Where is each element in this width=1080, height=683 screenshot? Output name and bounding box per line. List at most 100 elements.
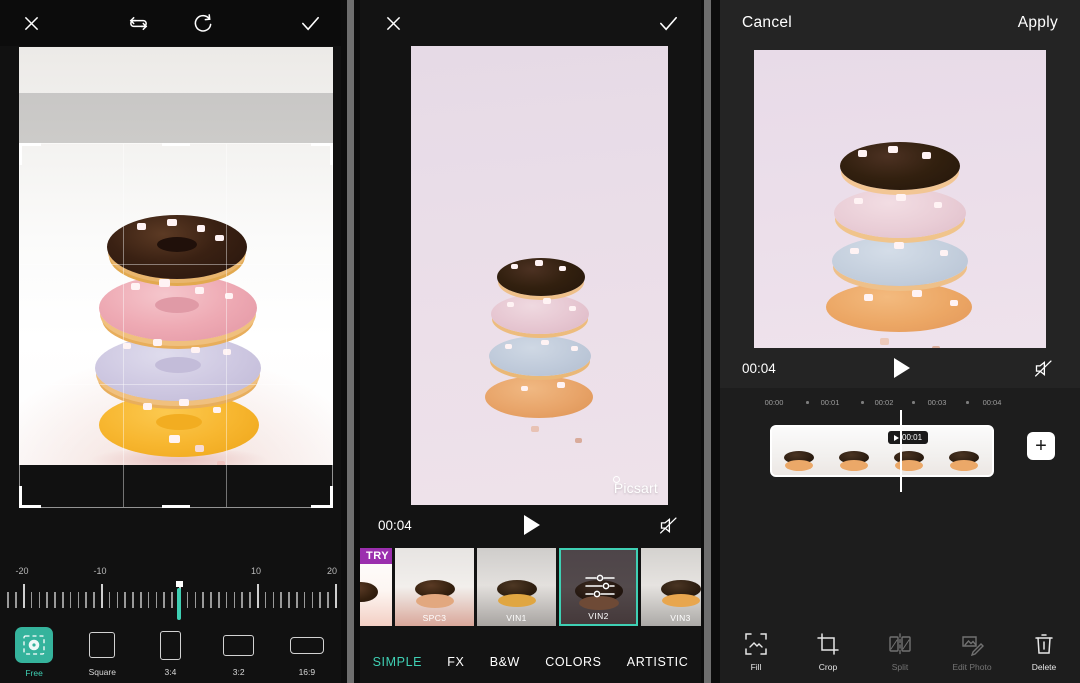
ruler-tick xyxy=(225,592,228,608)
clip-duration-badge: 00:01 xyxy=(888,431,929,444)
ruler-tick xyxy=(249,592,251,608)
cancel-button[interactable]: Cancel xyxy=(742,14,792,32)
ruler-tick xyxy=(241,592,243,608)
filter-thumb-vin2[interactable]: VIN2 xyxy=(559,548,638,626)
ruler-tick xyxy=(69,592,72,608)
timeline-preview-stage: Picsart xyxy=(720,46,1080,388)
ruler-tick xyxy=(218,592,220,608)
timeline-frame xyxy=(937,427,992,475)
ruler-tick xyxy=(132,592,134,608)
panel-divider-1 xyxy=(341,0,360,683)
tool-crop[interactable]: Crop xyxy=(797,632,859,672)
mute-icon[interactable] xyxy=(653,510,683,540)
timeline-frame xyxy=(827,427,882,475)
mute-icon[interactable] xyxy=(1028,353,1058,383)
playhead[interactable] xyxy=(900,410,902,492)
crop-handle-bottom-right-v[interactable] xyxy=(330,486,333,508)
confirm-check-icon[interactable] xyxy=(295,8,325,38)
ruler-tick xyxy=(77,592,80,608)
play-icon[interactable] xyxy=(887,353,917,383)
ruler-needle[interactable] xyxy=(177,588,181,620)
timeline-preview-image[interactable]: Picsart xyxy=(754,50,1046,388)
crop-handle-bottom-center[interactable] xyxy=(162,505,190,508)
confirm-check-icon[interactable] xyxy=(653,8,683,38)
aspect-3-2[interactable]: 3:2 xyxy=(211,628,267,677)
ruler-tick xyxy=(15,592,17,608)
rotate-right-icon[interactable] xyxy=(188,8,218,38)
ratio-16-9-icon xyxy=(289,628,325,662)
aspect-3-4[interactable]: 3:4 xyxy=(142,628,198,677)
timeline-tick-2: 00:02 xyxy=(874,398,894,407)
crop-handle-top-center[interactable] xyxy=(162,143,190,146)
aspect-free[interactable]: Free xyxy=(6,627,62,678)
tool-fill[interactable]: Fill xyxy=(725,632,787,672)
ruler-tick xyxy=(257,584,259,608)
filter-thumb-spc3[interactable]: SPC3 xyxy=(395,548,474,626)
tab-simple[interactable]: SIMPLE xyxy=(373,655,422,669)
play-small-icon xyxy=(894,434,899,441)
add-clip-button[interactable]: + xyxy=(1027,432,1055,460)
tab-artistic[interactable]: ARTISTIC xyxy=(627,655,689,669)
tab-fx[interactable]: FX xyxy=(447,655,464,669)
crop-handle-top-left[interactable] xyxy=(19,143,41,146)
timeline-tick-4: 00:04 xyxy=(982,398,1002,407)
timeline-tools: Fill Crop Split Edit Photo Delete xyxy=(720,620,1080,683)
ruler-label-neg20: -20 xyxy=(15,566,29,576)
filter-thumbnail-strip[interactable]: TRY SPC3 VIN1 VIN2 VIN3 xyxy=(360,548,701,630)
rotation-ruler[interactable]: -20 -10 10 20 xyxy=(0,566,341,620)
timeline-player-bar: 00:04 xyxy=(720,348,1080,388)
timeline-clip[interactable] xyxy=(770,425,994,477)
filter-thumb-vin3[interactable]: VIN3 xyxy=(641,548,701,626)
panel-divider-2 xyxy=(701,0,720,683)
aspect-3-4-label: 3:4 xyxy=(164,667,177,677)
filters-header xyxy=(360,0,701,46)
ratio-3-2-icon xyxy=(221,628,257,662)
timeline-frame xyxy=(772,427,827,475)
filter-thumb-vin1[interactable]: VIN1 xyxy=(477,548,556,626)
crop-handle-top-right-v[interactable] xyxy=(330,143,333,165)
tool-delete[interactable]: Delete xyxy=(1013,632,1075,672)
three-panel-screenshot: -20 -10 10 20 Free Square 3:4 3:2 16:9 P… xyxy=(0,0,1080,683)
ruler-tick xyxy=(233,592,236,608)
tab-colors[interactable]: COLORS xyxy=(545,655,601,669)
aspect-16-9[interactable]: 16:9 xyxy=(279,628,335,677)
ruler-tick xyxy=(108,592,111,608)
crop-dim-overlay xyxy=(19,93,333,143)
crop-handle-bottom-left-v[interactable] xyxy=(19,486,22,508)
timeline-tick-0: 00:00 xyxy=(764,398,784,407)
close-icon[interactable] xyxy=(16,8,46,38)
tool-edit-photo[interactable]: Edit Photo xyxy=(941,632,1003,672)
ratio-3-4-icon xyxy=(152,628,188,662)
filter-label-vin2: VIN2 xyxy=(588,611,609,621)
flip-horizontal-icon[interactable] xyxy=(124,8,154,38)
ruler-tick xyxy=(303,592,306,608)
ruler-tick xyxy=(296,592,298,608)
close-icon[interactable] xyxy=(378,8,408,38)
ruler-label-20: 20 xyxy=(326,566,338,576)
tab-bw[interactable]: B&W xyxy=(490,655,520,669)
tool-split[interactable]: Split xyxy=(869,632,931,672)
crop-handle-top-left-v[interactable] xyxy=(19,143,22,165)
ruler-tick xyxy=(319,592,321,608)
crop-frame[interactable] xyxy=(19,143,333,508)
video-duration: 00:04 xyxy=(742,360,776,376)
ruler-tick xyxy=(85,592,87,608)
crop-header xyxy=(0,0,341,46)
ruler-tick xyxy=(101,584,103,608)
ruler-needle-dot xyxy=(175,581,183,587)
aspect-square-label: Square xyxy=(88,667,116,677)
aspect-square[interactable]: Square xyxy=(74,628,130,677)
crop-handle-bottom-left[interactable] xyxy=(19,505,41,508)
filter-thumb-try[interactable]: TRY xyxy=(360,548,392,626)
aspect-16-9-label: 16:9 xyxy=(298,667,316,677)
ruler-tick xyxy=(280,592,282,608)
apply-button[interactable]: Apply xyxy=(1018,14,1058,32)
timeline-track-area[interactable]: 00:00 00:01 00:02 00:03 00:04 00:01 + xyxy=(720,388,1080,620)
video-duration: 00:04 xyxy=(378,517,412,533)
play-icon[interactable] xyxy=(517,510,547,540)
tool-crop-label: Crop xyxy=(818,661,838,672)
filter-label-vin3: VIN3 xyxy=(670,613,691,623)
filters-preview-image[interactable]: Picsart xyxy=(411,46,668,505)
crop-stage[interactable] xyxy=(0,46,341,556)
ruler-tick xyxy=(288,592,290,608)
